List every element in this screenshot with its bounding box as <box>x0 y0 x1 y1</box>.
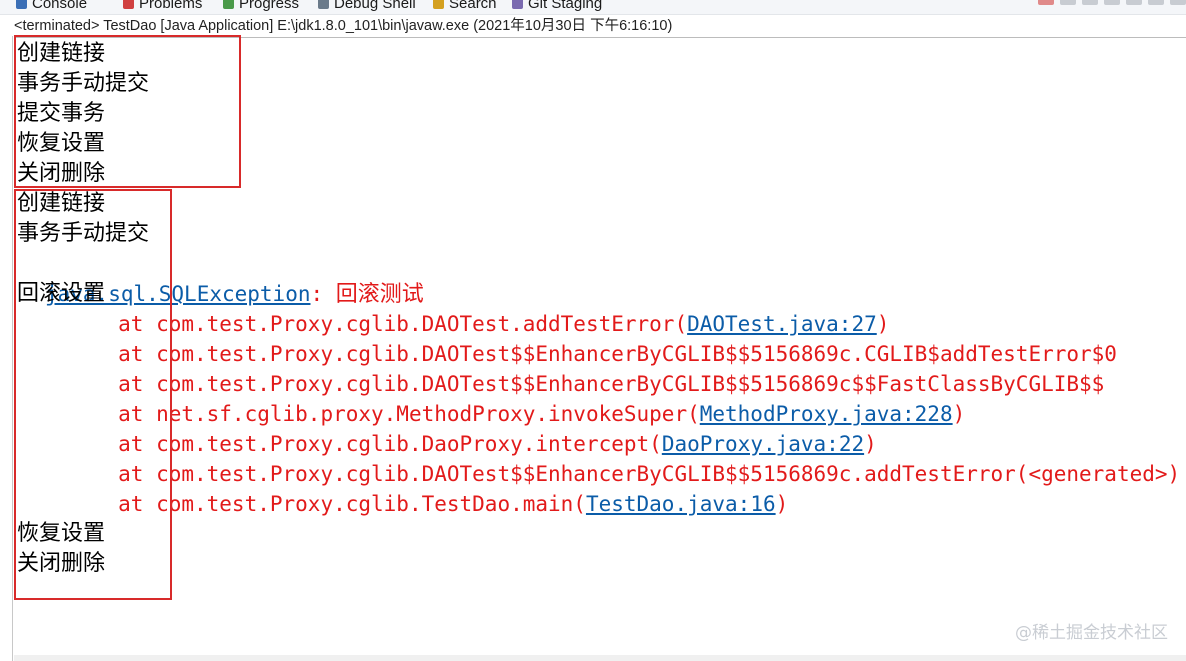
tab-git-staging[interactable]: Git Staging <box>512 0 602 13</box>
tab-label: Debug Shell <box>334 0 416 12</box>
git-staging-icon <box>512 0 523 9</box>
watermark: @稀土掘金技术社区 <box>1015 623 1168 643</box>
remove-all-icon[interactable] <box>1082 0 1098 5</box>
stack-frame: at com.test.Proxy.cglib.DaoProxy.interce… <box>17 429 1186 459</box>
frame-suffix: ) <box>876 312 890 336</box>
highlight-box-run2 <box>14 189 172 600</box>
stack-frame: at com.test.Proxy.cglib.DAOTest$$Enhance… <box>17 369 1186 399</box>
tab-console[interactable]: Console <box>16 0 87 13</box>
tab-label: Progress <box>239 0 300 12</box>
stack-frame: at com.test.Proxy.cglib.DAOTest$$Enhance… <box>17 459 1186 489</box>
frame-suffix: ) <box>775 492 789 516</box>
source-link[interactable]: DAOTest.java:27 <box>687 312 877 336</box>
frame-method: com.test.Proxy.cglib.DAOTest$$EnhancerBy… <box>156 462 1181 486</box>
frame-suffix: ) <box>864 432 877 456</box>
display-console-icon[interactable] <box>1170 0 1186 5</box>
frame-method: com.test.Proxy.cglib.DaoProxy.intercept( <box>156 432 662 456</box>
tab-problems[interactable]: Problems <box>123 0 202 13</box>
output-line: 恢复设置 <box>17 521 106 546</box>
progress-icon <box>223 0 234 9</box>
output-line: 创建链接 <box>17 191 106 216</box>
exception-separator: : <box>310 282 336 306</box>
exception-message: 回滚测试 <box>335 282 424 307</box>
search-icon <box>433 0 444 9</box>
word-wrap-icon[interactable] <box>1126 0 1142 5</box>
exception-line: java.sql.SQLException: 回滚测试 <box>17 249 1186 307</box>
terminate-icon[interactable] <box>1038 0 1054 5</box>
highlight-box-run1 <box>14 35 241 188</box>
source-link[interactable]: DaoProxy.java:22 <box>662 432 864 456</box>
frame-method: net.sf.cglib.proxy.MethodProxy.invokeSup… <box>156 402 700 426</box>
frame-method: com.test.Proxy.cglib.TestDao.main( <box>156 492 586 516</box>
pin-console-icon[interactable] <box>1148 0 1164 5</box>
tab-label: Problems <box>139 0 203 12</box>
stack-frame: at com.test.Proxy.cglib.DAOTest$$Enhance… <box>17 339 1186 369</box>
console-left-border <box>12 36 13 661</box>
tab-progress[interactable]: Progress <box>223 0 299 13</box>
console-toolbar <box>1038 0 1186 5</box>
view-tab-bar: Console Problems Progress Debug Shell Se… <box>0 0 1186 15</box>
stack-frame: at com.test.Proxy.cglib.TestDao.main(Tes… <box>17 489 1186 519</box>
horizontal-scrollbar[interactable] <box>14 655 1186 661</box>
source-link[interactable]: TestDao.java:16 <box>586 492 776 516</box>
frame-method: com.test.Proxy.cglib.DAOTest.addTestErro… <box>156 312 688 336</box>
stack-frame: at com.test.Proxy.cglib.DAOTest.addTestE… <box>17 309 1186 339</box>
scroll-lock-icon[interactable] <box>1104 0 1120 5</box>
tab-debug-shell[interactable]: Debug Shell <box>318 0 416 13</box>
console-status-line: <terminated> TestDao [Java Application] … <box>14 18 673 34</box>
stack-frame: at net.sf.cglib.proxy.MethodProxy.invoke… <box>17 399 1186 429</box>
source-link[interactable]: MethodProxy.java:228 <box>700 402 953 426</box>
frame-suffix: ) <box>952 402 966 426</box>
tab-label: Console <box>32 0 88 12</box>
frame-method: com.test.Proxy.cglib.DAOTest$$EnhancerBy… <box>156 372 1105 396</box>
output-line: 事务手动提交 <box>17 221 150 246</box>
console-icon <box>16 0 27 9</box>
tab-label: Search <box>449 0 497 12</box>
debug-shell-icon <box>318 0 329 9</box>
frame-method: com.test.Proxy.cglib.DAOTest$$EnhancerBy… <box>156 342 1117 366</box>
tab-label: Git Staging <box>528 0 603 12</box>
remove-launch-icon[interactable] <box>1060 0 1076 5</box>
problems-icon <box>123 0 134 9</box>
tab-search[interactable]: Search <box>433 0 497 13</box>
output-line: 关闭删除 <box>17 551 106 576</box>
